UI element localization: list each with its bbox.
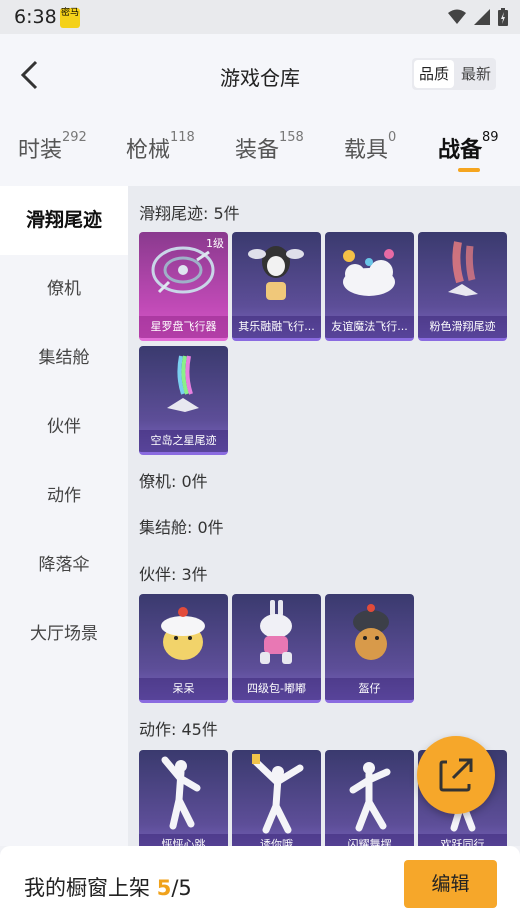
item-name: 其乐融融飞行... (232, 316, 321, 338)
item-card[interactable]: 粉色滑翔尾迹 (418, 232, 507, 341)
item-card[interactable]: 诱你哦 (232, 750, 321, 846)
item-name: 盔仔 (325, 678, 414, 700)
sidebar-item-emote[interactable]: 动作 (0, 462, 128, 531)
tab-count: 158 (279, 130, 304, 145)
section-title-emote: 动作: 45件 (139, 720, 218, 739)
status-bar: 6:38 密马 (0, 0, 520, 34)
item-name: 闪耀舞摆 (325, 834, 414, 846)
app-badge-icon: 密马 (60, 8, 80, 28)
item-name: 粉色滑翔尾迹 (418, 316, 507, 338)
sky-star-trail-icon (167, 355, 199, 412)
item-card[interactable]: 怦怦心跳 (139, 750, 228, 846)
pink-trail-icon (448, 241, 478, 296)
sidebar-item-lobby-scene[interactable]: 大厅场景 (0, 600, 128, 669)
sidebar-item-parachute[interactable]: 降落伞 (0, 531, 128, 600)
tab-label: 装备 (235, 138, 280, 163)
tab-count: 0 (388, 130, 397, 145)
tab-vehicles[interactable]: 载具0 (344, 130, 397, 164)
system-icons (448, 8, 508, 26)
item-level: 1级 (206, 237, 224, 250)
item-name: 呆呆 (139, 678, 228, 700)
cheer-emote-icon (252, 754, 304, 834)
shine-dance-emote-icon (349, 762, 391, 832)
status-time: 6:38 (14, 6, 57, 28)
tab-guns[interactable]: 枪械118 (126, 130, 195, 164)
tab-label: 枪械 (126, 138, 171, 163)
sidebar: 滑翔尾迹 僚机 集结舱 伙伴 动作 降落伞 大厅场景 (0, 186, 128, 846)
robot-bunny-partner-icon (260, 600, 292, 664)
tab-combat-gear[interactable]: 战备89 (438, 130, 499, 164)
item-name: 诱你哦 (232, 834, 321, 846)
item-card[interactable]: 四级包-嘟嘟 (232, 594, 321, 703)
sidebar-item-pod[interactable]: 集结舱 (0, 324, 128, 393)
helmet-chick-partner-icon (353, 604, 389, 660)
item-card[interactable]: 1级 星罗盘飞行器 (139, 232, 228, 341)
item-card[interactable]: 其乐融融飞行... (232, 232, 321, 341)
magic-cloud-craft-icon (343, 249, 395, 296)
showcase-status: 我的橱窗上架 5/5 (24, 872, 192, 902)
section-title-partner: 伙伴: 3件 (139, 565, 208, 584)
header: 游戏仓库 品质 最新 (0, 34, 520, 116)
item-card[interactable]: 盔仔 (325, 594, 414, 703)
section-title-wingman: 僚机: 0件 (139, 472, 208, 491)
chick-partner-icon (161, 607, 205, 660)
sidebar-item-partner[interactable]: 伙伴 (0, 393, 128, 462)
showcase-total: 5 (178, 876, 192, 900)
sidebar-item-wingman[interactable]: 僚机 (0, 255, 128, 324)
sidebar-item-glide-trail[interactable]: 滑翔尾迹 (0, 186, 128, 255)
tab-label: 时装 (18, 138, 63, 163)
tab-equipment[interactable]: 装备158 (235, 130, 304, 164)
tab-count: 118 (170, 130, 195, 145)
dancer-emote-icon (161, 756, 201, 830)
tab-indicator (458, 168, 480, 172)
item-name: 欢跃同行 (418, 834, 507, 846)
showcase-current: 5 (156, 876, 172, 900)
battery-icon (498, 8, 508, 26)
item-card[interactable]: 友谊魔法飞行... (325, 232, 414, 341)
tab-label: 战备 (438, 138, 483, 163)
section-title-glide: 滑翔尾迹: 5件 (139, 204, 240, 223)
item-card[interactable]: 空岛之星尾迹 (139, 346, 228, 455)
sort-quality-button[interactable]: 品质 (413, 60, 454, 88)
share-button[interactable] (417, 736, 495, 814)
wifi-icon (448, 9, 466, 24)
section-title-pod: 集结舱: 0件 (139, 518, 224, 537)
item-card[interactable]: 呆呆 (139, 594, 228, 703)
item-name: 四级包-嘟嘟 (232, 678, 321, 700)
external-link-icon (439, 758, 473, 792)
tab-count: 89 (482, 130, 499, 145)
tab-fashion[interactable]: 时装292 (18, 130, 87, 164)
category-tabs: 时装292 枪械118 装备158 载具0 战备89 (0, 116, 520, 186)
item-name: 空岛之星尾迹 (139, 430, 228, 452)
edit-button[interactable]: 编辑 (404, 860, 497, 908)
item-name: 友谊魔法飞行... (325, 316, 414, 338)
signal-icon (474, 9, 490, 25)
showcase-label: 我的橱窗上架 (24, 876, 150, 900)
penguin-craft-icon (248, 246, 304, 300)
sort-toggle: 品质 最新 (411, 58, 496, 90)
bottom-bar: 我的橱窗上架 5/5 编辑 (0, 846, 520, 924)
tab-label: 载具 (344, 138, 389, 163)
item-name: 星罗盘飞行器 (139, 316, 228, 338)
item-card[interactable]: 闪耀舞摆 (325, 750, 414, 846)
tab-count: 292 (62, 130, 87, 145)
sort-latest-button[interactable]: 最新 (456, 58, 496, 90)
item-name: 怦怦心跳 (139, 834, 228, 846)
